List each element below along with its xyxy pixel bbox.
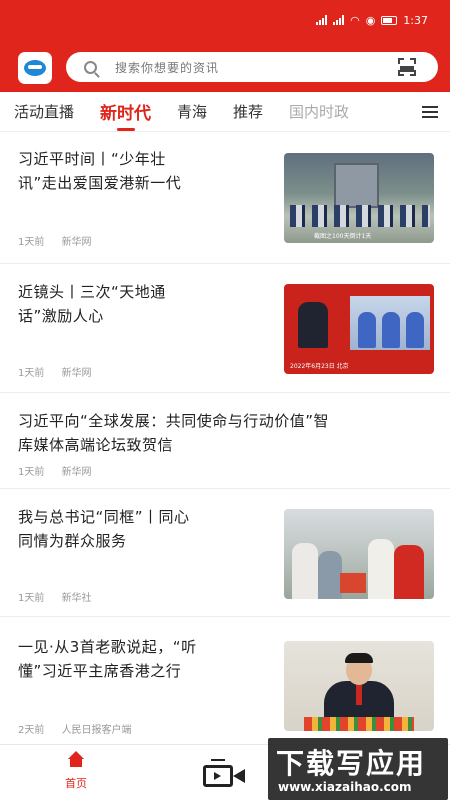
nav-home[interactable]: 首页 — [58, 751, 94, 791]
search-icon — [84, 60, 97, 74]
image-shape — [292, 543, 318, 599]
lens-shape — [233, 769, 245, 783]
news-title: 近镜头丨三次“天地通 话”激励人心 — [18, 280, 166, 328]
news-time: 2天前 — [18, 725, 45, 736]
news-item[interactable]: 习近平时间丨“少年壮 讯”走出爱国爱港新一代 1天前 新华网 截图之100天倒计… — [0, 133, 450, 264]
battery-icon — [381, 15, 398, 25]
image-shape — [345, 653, 373, 663]
news-title: 习近平时间丨“少年壮 讯”走出爱国爱港新一代 — [18, 147, 181, 195]
news-meta: 1天前 新华社 — [18, 589, 106, 604]
eye-icon: ◉ — [365, 13, 376, 27]
watermark: 下载写应用 www.xiazaihao.com — [268, 738, 448, 800]
news-source: 人民日报客户端 — [61, 725, 132, 736]
news-title: 习近平向“全球发展：共同使命与行动价值”智 库媒体高端论坛致贺信 — [18, 409, 438, 457]
news-thumbnail[interactable]: 2022年6月23日 北京 — [284, 284, 434, 374]
news-meta: 1天前 新华网 — [18, 463, 106, 478]
news-item[interactable]: 习近平向“全球发展：共同使命与行动价值”智 库媒体高端论坛致贺信 1天前 新华网 — [0, 393, 450, 489]
image-shape — [406, 312, 424, 348]
tab-recommend[interactable]: 推荐 — [233, 101, 263, 122]
title-line: 一见·从3首老歌说起，“听 — [18, 638, 197, 656]
news-item[interactable]: 近镜头丨三次“天地通 话”激励人心 1天前 新华网 2022年6月23日 北京 — [0, 264, 450, 393]
news-time: 1天前 — [18, 467, 45, 478]
title-line: 习近平向“全球发展：共同使命与行动价值”智 — [18, 412, 330, 430]
news-meta: 1天前 新华网 — [18, 233, 106, 248]
title-line: 习近平时间丨“少年壮 — [18, 150, 166, 168]
channel-tabs: 活动直播 新时代 青海 推荐 国内时政 — [0, 92, 450, 132]
title-line: 我与总书记“同框”丨同心 — [18, 508, 190, 526]
tab-qinghai[interactable]: 青海 — [177, 101, 207, 122]
search-placeholder: 搜索你想要的资讯 — [115, 60, 220, 75]
title-line: 讯”走出爱国爱港新一代 — [18, 174, 182, 192]
image-shape — [290, 205, 430, 227]
news-item[interactable]: 一见·从3首老歌说起，“听 懂”习近平主席香港之行 2天前 人民日报客户端 — [0, 617, 450, 743]
signal-icon-2 — [333, 15, 345, 25]
video-icon[interactable] — [203, 759, 247, 789]
search-input[interactable]: 搜索你想要的资讯 — [66, 52, 438, 82]
image-caption: 2022年6月23日 北京 — [290, 363, 349, 370]
image-shape — [304, 717, 414, 731]
watermark-url: www.xiazaihao.com — [278, 780, 412, 794]
image-shape — [382, 312, 400, 348]
news-time: 1天前 — [18, 237, 45, 248]
image-shape — [334, 163, 379, 208]
image-shape — [298, 302, 328, 348]
title-line: 同情为群众服务 — [18, 532, 127, 550]
title-line: 话”激励人心 — [18, 307, 104, 325]
news-meta: 1天前 新华网 — [18, 364, 106, 379]
news-meta: 2天前 人民日报客户端 — [18, 721, 146, 736]
status-time: 1:37 — [403, 13, 428, 27]
play-icon — [214, 772, 221, 780]
news-title: 我与总书记“同框”丨同心 同情为群众服务 — [18, 505, 190, 553]
title-line: 懂”习近平主席香港之行 — [18, 662, 182, 680]
news-thumbnail[interactable]: 截图之100天倒计1天 — [284, 153, 434, 243]
image-shape — [358, 312, 376, 348]
image-shape — [340, 573, 366, 593]
search-row: 搜索你想要的资讯 — [0, 48, 450, 86]
app-logo[interactable] — [18, 52, 52, 84]
news-item[interactable]: 我与总书记“同框”丨同心 同情为群众服务 1天前 新华社 — [0, 489, 450, 617]
menu-icon[interactable] — [422, 106, 438, 118]
signal-icon — [316, 15, 328, 25]
status-icons: ◠ ◉ 1:37 — [316, 14, 428, 27]
status-bar: ◠ ◉ 1:37 — [0, 0, 450, 40]
home-icon — [67, 751, 85, 767]
app-header: ◠ ◉ 1:37 搜索你想要的资讯 — [0, 0, 450, 92]
news-source: 新华网 — [61, 368, 92, 379]
news-time: 1天前 — [18, 593, 45, 604]
tab-new-era[interactable]: 新时代 — [100, 99, 151, 131]
news-thumbnail[interactable] — [284, 641, 434, 731]
image-shape — [318, 551, 342, 599]
wifi-icon: ◠ — [350, 13, 360, 27]
news-time: 1天前 — [18, 368, 45, 379]
news-source: 新华网 — [61, 237, 92, 248]
watermark-title: 下载写应用 — [276, 747, 427, 780]
news-source: 新华社 — [61, 593, 92, 604]
tab-live[interactable]: 活动直播 — [14, 101, 74, 122]
tab-domestic-politics[interactable]: 国内时政 — [289, 101, 349, 122]
nav-home-label: 首页 — [65, 777, 87, 790]
logo-mark — [24, 60, 46, 76]
title-line: 近镜头丨三次“天地通 — [18, 283, 166, 301]
news-source: 新华网 — [61, 467, 92, 478]
title-line: 库媒体高端论坛致贺信 — [18, 436, 174, 454]
image-shape — [394, 545, 424, 599]
image-shape — [368, 539, 394, 599]
image-shape — [356, 685, 362, 705]
scan-icon[interactable] — [398, 58, 416, 76]
image-caption: 截图之100天倒计1天 — [314, 233, 372, 240]
news-thumbnail[interactable] — [284, 509, 434, 599]
news-title: 一见·从3首老歌说起，“听 懂”习近平主席香港之行 — [18, 635, 197, 683]
